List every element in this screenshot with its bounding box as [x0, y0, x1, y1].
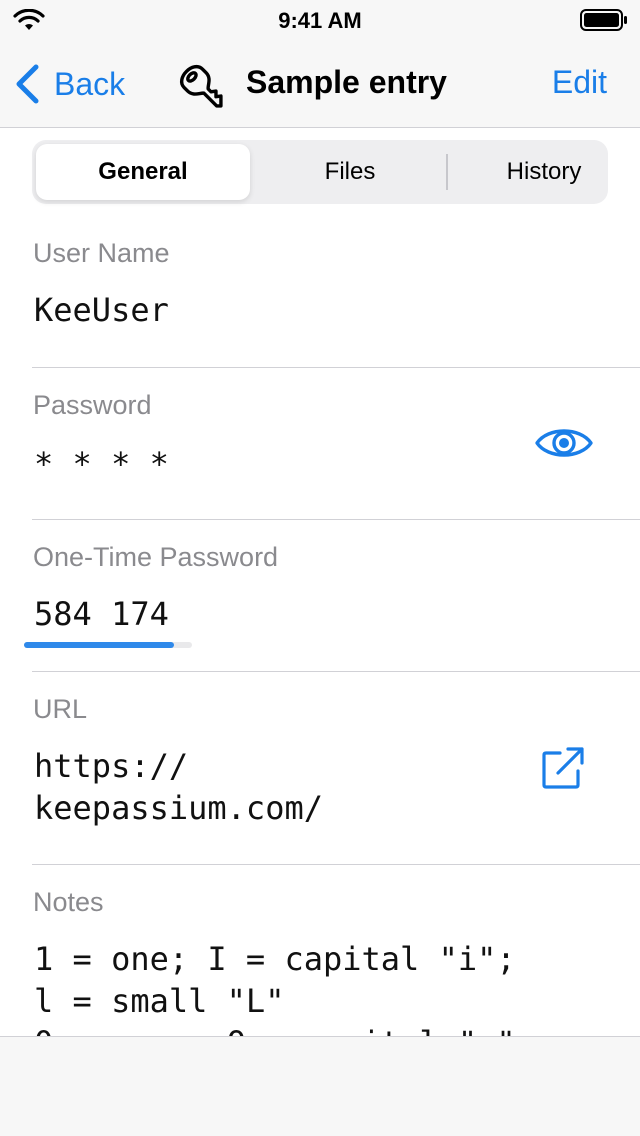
otp-progress-track [24, 642, 192, 648]
url-value[interactable]: https:// keepassium.com/ [34, 745, 323, 829]
otp-label: One-Time Password [33, 542, 279, 572]
otp-progress-fill [24, 642, 174, 648]
username-value[interactable]: KeeUser [34, 289, 169, 331]
back-label: Back [54, 65, 126, 102]
notes-container: 1 = one; I = capital "i"; l = small "L" … [0, 936, 640, 1036]
page-title: Sample entry [246, 64, 447, 100]
external-link-icon[interactable] [540, 745, 586, 791]
chevron-left-icon [16, 64, 39, 104]
tab-history[interactable]: History [448, 140, 640, 204]
edit-button[interactable]: Edit [552, 64, 607, 101]
navigation-bar: Back Sample entry Edit [0, 40, 640, 128]
tab-general[interactable]: General [36, 140, 250, 204]
back-button[interactable]: Back [14, 62, 125, 106]
status-bar: 9:41 AM [0, 0, 640, 40]
separator [32, 367, 640, 368]
bottom-toolbar [0, 1036, 640, 1136]
separator [32, 864, 640, 865]
notes-label: Notes [33, 887, 104, 917]
separator [32, 671, 640, 672]
battery-icon [580, 9, 627, 31]
segmented-control: General Files History [32, 140, 608, 204]
eye-icon[interactable] [534, 425, 594, 461]
username-label: User Name [33, 238, 170, 268]
key-icon [180, 65, 223, 108]
password-value[interactable]: * * * * [34, 443, 169, 485]
separator [32, 519, 640, 520]
password-label: Password [33, 390, 152, 420]
url-label: URL [33, 694, 88, 724]
tab-files[interactable]: Files [254, 140, 446, 204]
status-time: 9:41 AM [278, 8, 362, 33]
otp-value[interactable]: 584 174 [34, 593, 169, 635]
notes-value[interactable]: 1 = one; I = capital "i"; l = small "L" … [34, 938, 516, 1036]
